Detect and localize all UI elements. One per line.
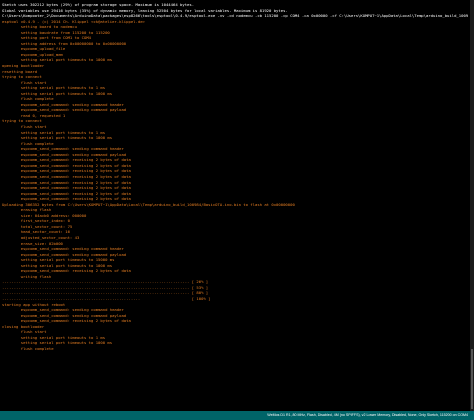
board-config-status: WeMos D1 R1, 80 MHz, Flash, Disabled, 4M…	[267, 413, 468, 417]
vertical-scrollbar[interactable]	[470, 0, 474, 411]
console-line: flush complete	[2, 345, 54, 351]
console-output[interactable]: Sketch uses 302212 bytes (29%) of progra…	[0, 0, 474, 411]
status-bar: WeMos D1 R1, 80 MHz, Flash, Disabled, 4M…	[0, 411, 474, 420]
scrollbar-thumb[interactable]	[471, 349, 473, 409]
console-lines: Sketch uses 302212 bytes (29%) of progra…	[2, 2, 468, 351]
console-line: C:\Users\Kompooter_2\Documents\ArduinoDa…	[2, 13, 468, 19]
